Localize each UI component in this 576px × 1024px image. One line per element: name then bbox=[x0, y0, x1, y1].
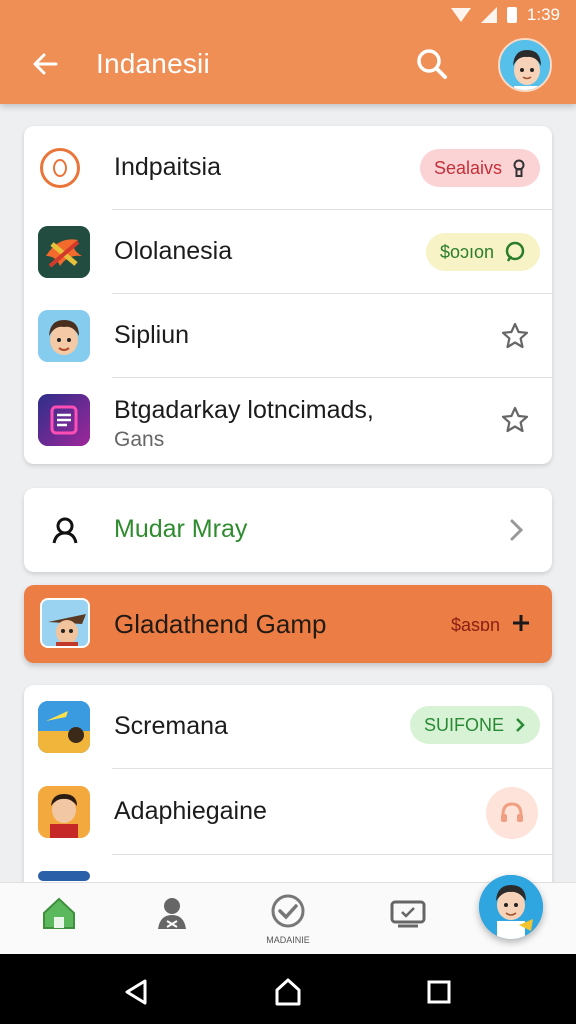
avatar[interactable] bbox=[498, 38, 552, 92]
row-title: Indpaitsia bbox=[114, 153, 222, 181]
keyhole-icon bbox=[513, 159, 525, 177]
chevron-right-icon bbox=[516, 718, 525, 732]
square-recents-icon bbox=[427, 980, 451, 1004]
tv-icon bbox=[390, 900, 426, 928]
add-button[interactable] bbox=[510, 612, 532, 634]
account-card[interactable]: Mudar Mray bbox=[24, 488, 552, 572]
avatar-face-icon bbox=[500, 40, 550, 90]
app-icon bbox=[38, 394, 90, 446]
list-item[interactable]: Adaphiegaine bbox=[24, 769, 552, 855]
app-bar: 1:39 Indanesii bbox=[0, 0, 576, 104]
row-title: Adaphiegaine bbox=[114, 797, 267, 825]
ring-icon bbox=[53, 159, 67, 177]
search-button[interactable] bbox=[412, 44, 452, 84]
featured-item[interactable]: Gladathend Gamp $asɒn bbox=[24, 585, 552, 663]
nav-achievements[interactable]: MADAINIE bbox=[258, 893, 318, 949]
status-badge[interactable]: SUIFONE bbox=[409, 706, 540, 744]
row-subtitle: Gans bbox=[114, 428, 165, 451]
profile-fab[interactable] bbox=[479, 875, 543, 939]
user-icon bbox=[50, 515, 80, 545]
status-time: 1:39 bbox=[526, 5, 560, 24]
profile-icon bbox=[158, 898, 186, 929]
wifi-icon bbox=[450, 8, 471, 22]
plus-icon bbox=[513, 615, 529, 631]
app-icon bbox=[40, 148, 80, 188]
favorite-button[interactable] bbox=[498, 403, 532, 437]
system-recents-button[interactable] bbox=[419, 972, 459, 1012]
badge-label: Sealaivs bbox=[433, 157, 502, 178]
character-icon bbox=[38, 310, 90, 362]
chat-icon bbox=[505, 241, 525, 262]
row-title: Btgadarkay lotncimads, bbox=[114, 396, 374, 424]
price-badge[interactable]: $oɔıon bbox=[425, 233, 540, 271]
headset-icon bbox=[501, 802, 523, 822]
app-icon bbox=[40, 598, 90, 648]
divider bbox=[112, 854, 552, 855]
app-icon bbox=[38, 871, 90, 881]
app-list-card-2: Scremana SUIFONE Adaphiegaine bbox=[24, 685, 552, 905]
headset-button[interactable] bbox=[486, 787, 538, 839]
list-app-icon bbox=[38, 394, 90, 446]
nav-label: MADAINIE bbox=[266, 935, 310, 945]
list-item[interactable]: Btgadarkay lotncimads, Gans bbox=[24, 378, 552, 464]
account-title: Mudar Mray bbox=[114, 515, 248, 543]
search-icon bbox=[417, 49, 447, 79]
game-scene-icon bbox=[38, 701, 90, 753]
star-icon bbox=[501, 322, 529, 349]
nav-home[interactable] bbox=[29, 893, 89, 949]
avatar-face-icon bbox=[479, 875, 543, 939]
check-badge-icon bbox=[271, 894, 305, 928]
back-button[interactable] bbox=[28, 46, 64, 82]
list-item[interactable]: Indpaitsia Sealaivs bbox=[24, 126, 552, 210]
system-home-button[interactable] bbox=[268, 972, 308, 1012]
list-item[interactable]: Scremana SUIFONE bbox=[24, 685, 552, 769]
status-bar: 1:39 bbox=[450, 4, 560, 26]
battery-icon bbox=[506, 7, 517, 23]
app-icon bbox=[38, 786, 90, 838]
status-badge[interactable]: Sealaivs bbox=[419, 149, 540, 187]
page-title: Indanesii bbox=[96, 48, 210, 79]
row-title: Ololanesia bbox=[114, 237, 233, 265]
game-logo-icon bbox=[38, 226, 90, 278]
app-icon bbox=[38, 310, 90, 362]
pirate-icon bbox=[42, 600, 88, 646]
system-back-button[interactable] bbox=[116, 972, 156, 1012]
app-icon bbox=[38, 226, 90, 278]
featured-price: $asɒn bbox=[450, 615, 500, 635]
nav-profile[interactable] bbox=[142, 893, 202, 949]
signal-icon bbox=[480, 7, 497, 23]
triangle-back-icon bbox=[125, 979, 147, 1005]
app-list-card: Indpaitsia Sealaivs Ololanesia $oɔıon Si… bbox=[24, 126, 552, 464]
list-item[interactable]: Ololanesia $oɔıon bbox=[24, 210, 552, 294]
system-nav-bar bbox=[0, 954, 576, 1024]
list-item[interactable]: Sipliun bbox=[24, 294, 552, 378]
badge-label: $oɔıon bbox=[439, 241, 494, 262]
featured-title: Gladathend Gamp bbox=[114, 609, 327, 639]
chevron-right-icon bbox=[506, 517, 526, 543]
home-outline-icon bbox=[275, 978, 301, 1006]
row-title: Sipliun bbox=[114, 321, 190, 349]
star-icon bbox=[501, 406, 529, 433]
badge-label: SUIFONE bbox=[423, 714, 504, 735]
back-arrow-icon bbox=[33, 53, 58, 75]
character-icon bbox=[38, 786, 90, 838]
app-icon bbox=[38, 701, 90, 753]
favorite-button[interactable] bbox=[498, 319, 532, 353]
row-title: Scremana bbox=[114, 712, 228, 740]
nav-tv[interactable] bbox=[378, 893, 438, 949]
home-icon bbox=[43, 897, 75, 929]
